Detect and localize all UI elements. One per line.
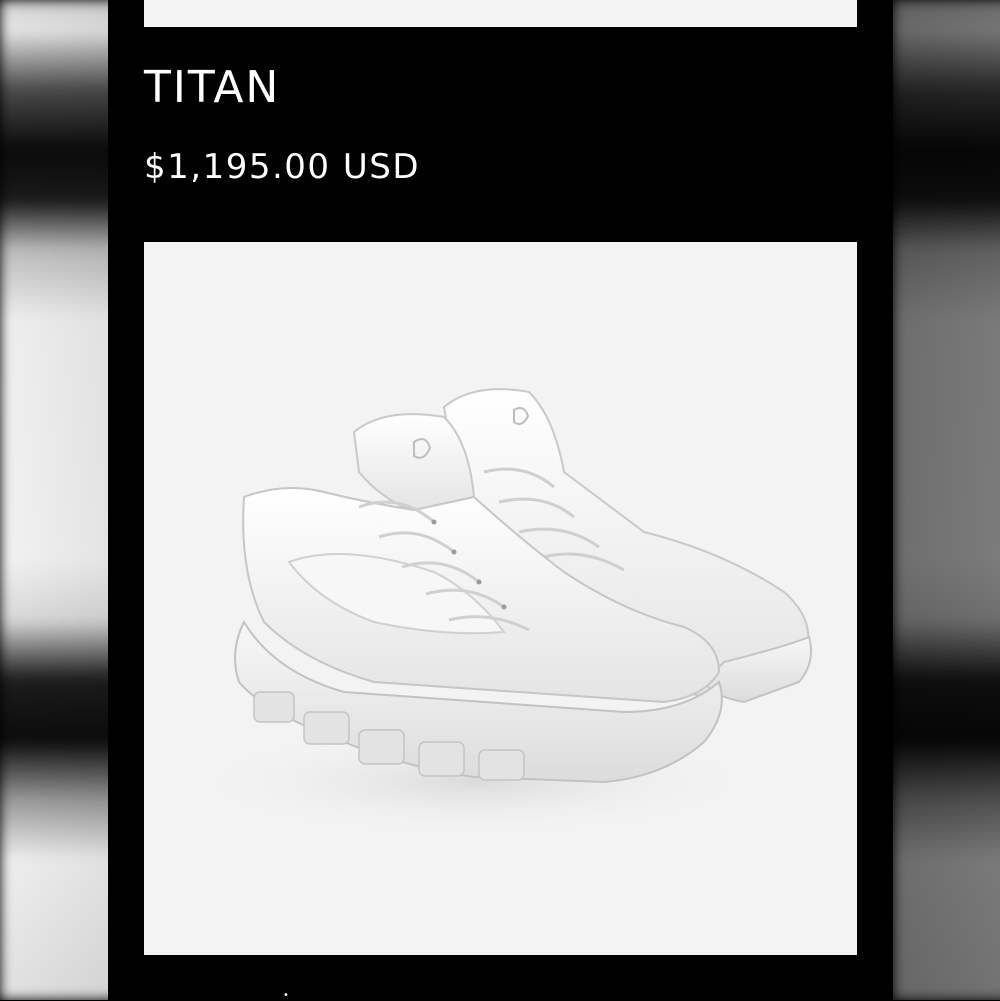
blurred-backdrop-right bbox=[893, 0, 1000, 1000]
blurred-backdrop-left bbox=[0, 0, 108, 1000]
product-title: TITAN bbox=[144, 62, 281, 113]
next-item-indicator: • bbox=[283, 990, 289, 1001]
product-screen: TITAN $1,195.00 USD • bbox=[108, 0, 893, 1001]
previous-product-card[interactable] bbox=[144, 0, 857, 27]
product-image[interactable] bbox=[144, 242, 857, 955]
product-price: $1,195.00 USD bbox=[144, 147, 420, 187]
sneakers-illustration bbox=[184, 388, 812, 837]
